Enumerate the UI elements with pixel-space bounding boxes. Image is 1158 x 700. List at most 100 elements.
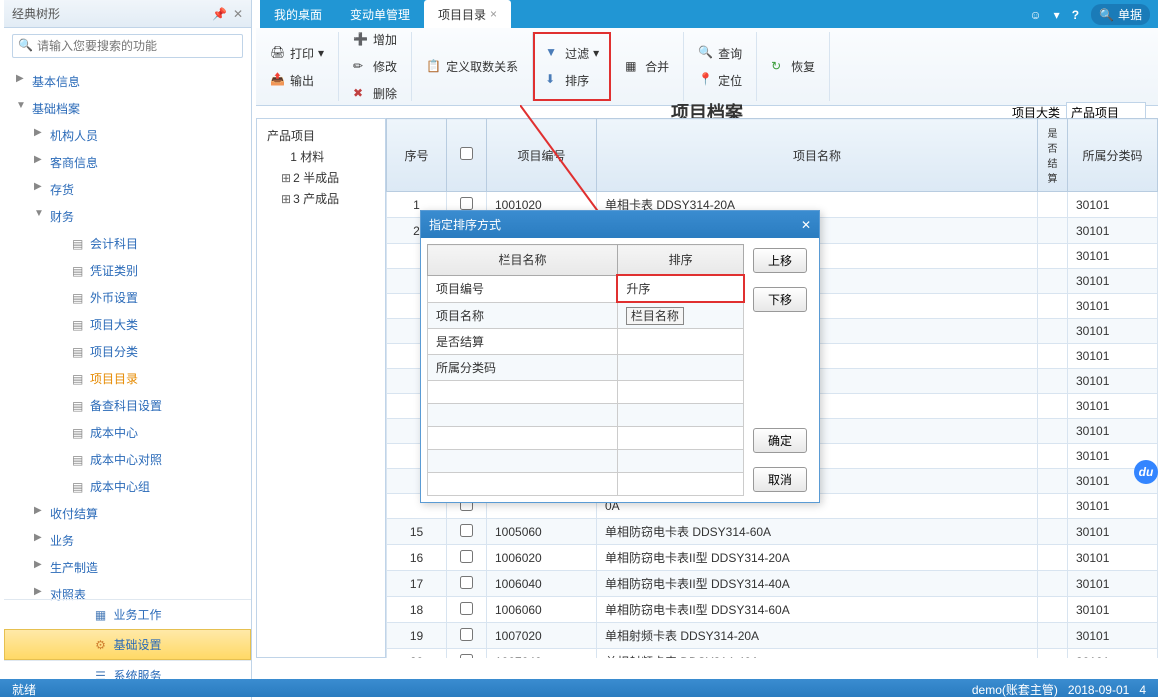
tb-merge[interactable]: 合并	[619, 55, 675, 78]
sidebar-search-input[interactable]	[12, 34, 243, 58]
tree-item[interactable]: ▤成本中心组	[4, 473, 251, 500]
doc-icon: ▤	[72, 453, 86, 467]
tree-item[interactable]: ▶机构人员	[4, 122, 251, 149]
th-check[interactable]	[447, 119, 487, 192]
top-search[interactable]: 🔍单据	[1091, 4, 1150, 25]
tb-filter[interactable]: 过滤 ▾	[539, 42, 605, 65]
statusbar: 就绪 demo(账套主管) 2018-09-01 4	[0, 679, 1158, 697]
tab-catalog[interactable]: 项目目录×	[424, 0, 511, 28]
table-row[interactable]: 191007020单相射频卡表 DDSY314-20A30101	[387, 623, 1158, 649]
tb-edit[interactable]: 修改	[347, 55, 403, 78]
search-icon: 🔍	[18, 38, 33, 52]
tree-item[interactable]: ▶存货	[4, 176, 251, 203]
close-tab-icon[interactable]: ×	[490, 7, 497, 21]
modal-row[interactable]: 是否结算	[428, 329, 744, 355]
dropdown-icon[interactable]: ▾	[1054, 8, 1060, 22]
tree-item[interactable]: ▶业务	[4, 527, 251, 554]
tree-item[interactable]: ▼基础档案	[4, 95, 251, 122]
row-check[interactable]	[460, 654, 473, 659]
arrow-icon: ▶	[34, 154, 42, 165]
tree-item[interactable]: ▤备查科目设置	[4, 392, 251, 419]
tree-item[interactable]: ▤项目分类	[4, 338, 251, 365]
locate-icon	[698, 72, 714, 88]
tree-item[interactable]: ▶客商信息	[4, 149, 251, 176]
tree-item[interactable]: ▤会计科目	[4, 230, 251, 257]
tree-item[interactable]: ▶基本信息	[4, 68, 251, 95]
tree-item[interactable]: ▤项目大类	[4, 311, 251, 338]
row-check[interactable]	[460, 576, 473, 589]
query-icon	[698, 45, 714, 61]
sidebar-search: 🔍	[4, 28, 251, 64]
pin-icon[interactable]: 📌	[212, 7, 227, 21]
table-row[interactable]: 161006020单相防窃电卡表II型 DDSY314-20A30101	[387, 545, 1158, 571]
btn-cancel[interactable]: 取消	[753, 467, 807, 492]
tree-item[interactable]: ▤成本中心对照	[4, 446, 251, 473]
tree-item[interactable]: ▶收付结算	[4, 500, 251, 527]
th-code[interactable]: 项目编号	[487, 119, 597, 192]
doc-icon: ▤	[72, 237, 86, 251]
lt-item[interactable]: 1 材料	[263, 146, 379, 167]
sidebar: 经典树形 📌 ✕ 🔍 ▶基本信息▼基础档案▶机构人员▶客商信息▶存货▼财务▤会计…	[4, 0, 252, 700]
product-tree: 产品项目 1 材料⊞2 半成品⊞3 产成品	[256, 118, 386, 658]
th-settle[interactable]: 是否结算	[1038, 119, 1068, 192]
row-check[interactable]	[460, 197, 473, 210]
row-check[interactable]	[460, 602, 473, 615]
tab-desktop[interactable]: 我的桌面	[260, 0, 336, 28]
tb-output[interactable]: 输出	[264, 69, 330, 92]
search-icon: 🔍	[1099, 8, 1114, 22]
print-icon	[270, 45, 286, 61]
modal-title-bar[interactable]: 指定排序方式 ✕	[421, 211, 819, 238]
th-seq[interactable]: 序号	[387, 119, 447, 192]
row-check[interactable]	[460, 550, 473, 563]
modal-row[interactable]: 所属分类码	[428, 355, 744, 381]
modal-close-icon[interactable]: ✕	[801, 218, 811, 232]
tree-item[interactable]: ▼财务	[4, 203, 251, 230]
row-check[interactable]	[460, 524, 473, 537]
lt-item[interactable]: ⊞2 半成品	[263, 167, 379, 188]
tb-defrel[interactable]: 定义取数关系	[420, 55, 524, 78]
doc-icon: ▤	[72, 318, 86, 332]
expand-icon	[281, 151, 288, 165]
tab-change[interactable]: 变动单管理	[336, 0, 424, 28]
tree-item[interactable]: ▤外币设置	[4, 284, 251, 311]
tb-sort[interactable]: 排序	[539, 69, 605, 92]
table-row[interactable]: 151005060单相防窃电卡表 DDSY314-60A30101	[387, 519, 1158, 545]
tree-item[interactable]: ▤凭证类别	[4, 257, 251, 284]
help-icon[interactable]	[1072, 8, 1079, 22]
tree-item[interactable]: ▶生产制造	[4, 554, 251, 581]
gear-icon	[93, 638, 107, 652]
btn-up[interactable]: 上移	[753, 248, 807, 273]
tb-locate[interactable]: 定位	[692, 69, 748, 92]
checkall[interactable]	[460, 147, 473, 160]
table-row[interactable]: 181006060单相防窃电卡表II型 DDSY314-60A30101	[387, 597, 1158, 623]
expand-icon: ⊞	[281, 193, 291, 207]
arrow-icon: ▼	[16, 100, 26, 111]
sb-work[interactable]: 业务工作	[4, 599, 251, 629]
tb-print[interactable]: 打印 ▾	[264, 42, 330, 65]
tb-add[interactable]: 增加	[347, 28, 403, 51]
lt-item[interactable]: ⊞3 产成品	[263, 188, 379, 209]
tree-item[interactable]: ▤成本中心	[4, 419, 251, 446]
lt-root[interactable]: 产品项目	[263, 125, 379, 146]
row-check[interactable]	[460, 628, 473, 641]
modal-row[interactable]: 项目编号升序	[428, 275, 744, 302]
btn-down[interactable]: 下移	[753, 287, 807, 312]
modal-title: 指定排序方式	[429, 216, 501, 233]
tb-restore[interactable]: 恢复	[765, 55, 821, 78]
modal-row[interactable]: 项目名称栏目名称	[428, 302, 744, 329]
table-row[interactable]: 171006040单相防窃电卡表II型 DDSY314-40A30101	[387, 571, 1158, 597]
baidu-badge[interactable]: du	[1134, 460, 1158, 484]
output-icon	[270, 72, 286, 88]
delete-icon	[353, 86, 369, 102]
tb-delete[interactable]: 删除	[347, 82, 403, 105]
tb-query[interactable]: 查询	[692, 42, 748, 65]
th-cat[interactable]: 所属分类码	[1068, 119, 1158, 192]
btn-ok[interactable]: 确定	[753, 428, 807, 453]
sb-base[interactable]: 基础设置	[4, 629, 251, 660]
expand-icon: ⊞	[281, 172, 291, 186]
smile-icon[interactable]	[1029, 8, 1041, 22]
tree-item[interactable]: ▤项目目录	[4, 365, 251, 392]
table-row[interactable]: 201007040单相射频卡表 DDSY314-40A30101	[387, 649, 1158, 659]
th-name[interactable]: 项目名称	[597, 119, 1038, 192]
close-sidebar-icon[interactable]: ✕	[233, 7, 243, 21]
